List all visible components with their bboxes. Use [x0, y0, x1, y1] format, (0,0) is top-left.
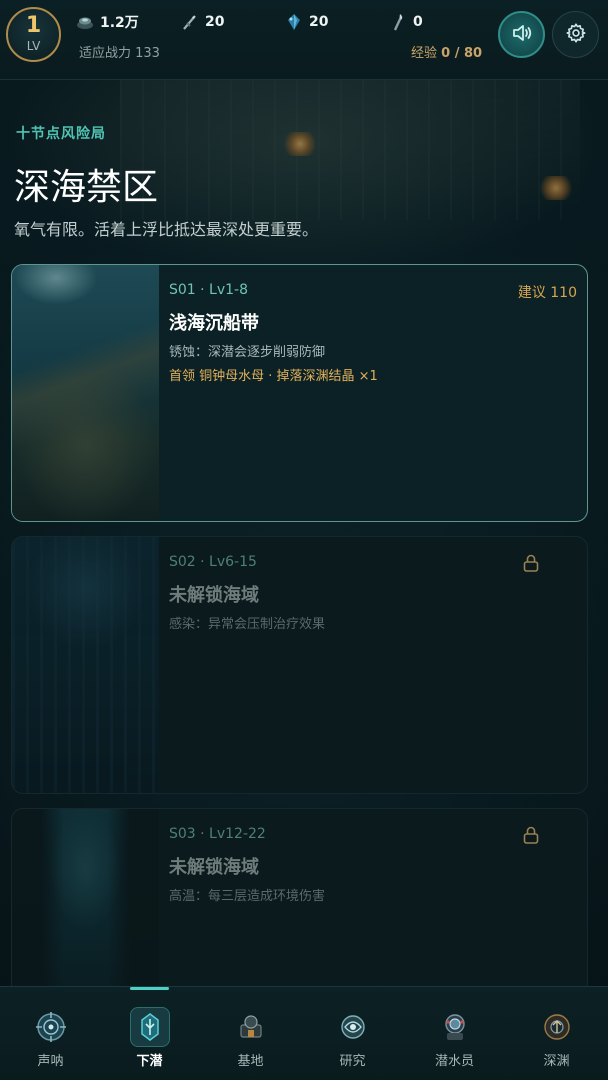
zone-thumbnail-locked	[12, 809, 159, 1007]
torch-value: 0	[413, 14, 423, 30]
abyss-icon	[537, 1007, 577, 1047]
gear-icon	[565, 22, 587, 48]
coins-value: 1.2万	[100, 15, 139, 31]
zone-name: 未解锁海域	[169, 585, 259, 606]
page-subtitle: 氧气有限。活着上浮比抵达最深处更重要。	[14, 220, 319, 239]
speaker-icon	[511, 22, 533, 48]
bottom-nav: 声呐 下潜 基地 研究 潜水员 深渊	[0, 986, 608, 1080]
zone-code: S01 · Lv1-8	[169, 282, 249, 298]
nav-label: 下潜	[136, 1054, 163, 1069]
zone-thumbnail-shipwreck	[12, 265, 159, 521]
resource-crystal: 20	[285, 12, 328, 32]
top-bar: 1 LV 1.2万 20 20 0 适应战力 133 经验 0 / 80	[0, 0, 608, 80]
page-title: 深海禁区	[14, 167, 159, 208]
nav-tab-abyss[interactable]: 深渊	[506, 987, 607, 1080]
mode-kicker: 十节点风险局	[16, 126, 106, 142]
recommended-power: 建议 110	[517, 285, 577, 301]
nav-tab-diver[interactable]: 潜水员	[404, 987, 505, 1080]
zone-code: S02 · Lv6-15	[169, 554, 257, 570]
level-number: 1	[25, 13, 42, 38]
nav-tab-base[interactable]: 基地	[200, 987, 301, 1080]
research-icon	[333, 1007, 373, 1047]
zone-code: S03 · Lv12-22	[169, 826, 266, 842]
zone-boss: 首领 铜钟母水母 · 掉落深渊结晶 ×1	[169, 369, 378, 384]
nav-label: 基地	[237, 1054, 264, 1069]
nav-tab-sonar[interactable]: 声呐	[0, 987, 101, 1080]
zone-trait: 锈蚀：深潜会逐步削弱防御	[169, 345, 326, 360]
nav-label: 潜水员	[434, 1054, 474, 1069]
lock-icon	[521, 553, 541, 573]
sound-button[interactable]	[498, 11, 545, 58]
experience: 经验 0 / 80	[411, 42, 482, 61]
zone-name: 浅海沉船带	[169, 313, 259, 334]
settings-button[interactable]	[552, 11, 599, 58]
zone-card-s03[interactable]: S03 · Lv12-22 未解锁海域 高温：每三层造成环境伤害	[11, 808, 588, 1008]
zone-card-body: S02 · Lv6-15 未解锁海域 感染：异常会压制治疗效果	[169, 537, 587, 793]
sonar-icon	[31, 1007, 71, 1047]
exp-value: 0 / 80	[441, 46, 483, 61]
exp-prefix: 经验	[411, 46, 438, 61]
torch-icon	[389, 13, 407, 31]
zone-card-s02[interactable]: S02 · Lv6-15 未解锁海域 感染：异常会压制治疗效果	[11, 536, 588, 794]
crystal-value: 20	[309, 14, 329, 30]
zone-card-s01[interactable]: S01 · Lv1-8 建议 110 浅海沉船带 锈蚀：深潜会逐步削弱防御 首领…	[11, 264, 588, 522]
background-lamp	[538, 176, 574, 200]
level-badge[interactable]: 1 LV	[6, 7, 61, 62]
resource-coins: 1.2万	[76, 12, 139, 32]
nav-label: 深渊	[543, 1054, 570, 1069]
nav-tab-dive[interactable]: 下潜	[99, 987, 200, 1080]
nav-tab-research[interactable]: 研究	[302, 987, 403, 1080]
zone-name: 未解锁海域	[169, 857, 259, 878]
zone-trait: 高温：每三层造成环境伤害	[169, 889, 326, 904]
background-structure	[120, 80, 580, 220]
diver-icon	[435, 1007, 475, 1047]
zone-card-body: S03 · Lv12-22 未解锁海域 高温：每三层造成环境伤害	[169, 809, 587, 1007]
background-lamp	[282, 132, 318, 156]
nav-label: 声呐	[37, 1054, 64, 1069]
crystal-icon	[285, 13, 303, 31]
dive-icon	[129, 1007, 170, 1047]
base-icon	[231, 1007, 271, 1047]
nav-label: 研究	[339, 1054, 366, 1069]
harpoon-icon	[181, 13, 199, 31]
resource-torch: 0	[389, 12, 423, 32]
zone-card-body: S01 · Lv1-8 建议 110 浅海沉船带 锈蚀：深潜会逐步削弱防御 首领…	[169, 265, 587, 521]
zone-trait: 感染：异常会压制治疗效果	[169, 617, 326, 632]
zone-thumbnail-locked	[12, 537, 159, 793]
lock-icon	[521, 825, 541, 845]
harpoon-value: 20	[205, 14, 225, 30]
resource-harpoon: 20	[181, 12, 224, 32]
level-label: LV	[26, 39, 41, 53]
coin-pile-icon	[76, 13, 94, 31]
power-label: 适应战力 133	[79, 46, 160, 61]
